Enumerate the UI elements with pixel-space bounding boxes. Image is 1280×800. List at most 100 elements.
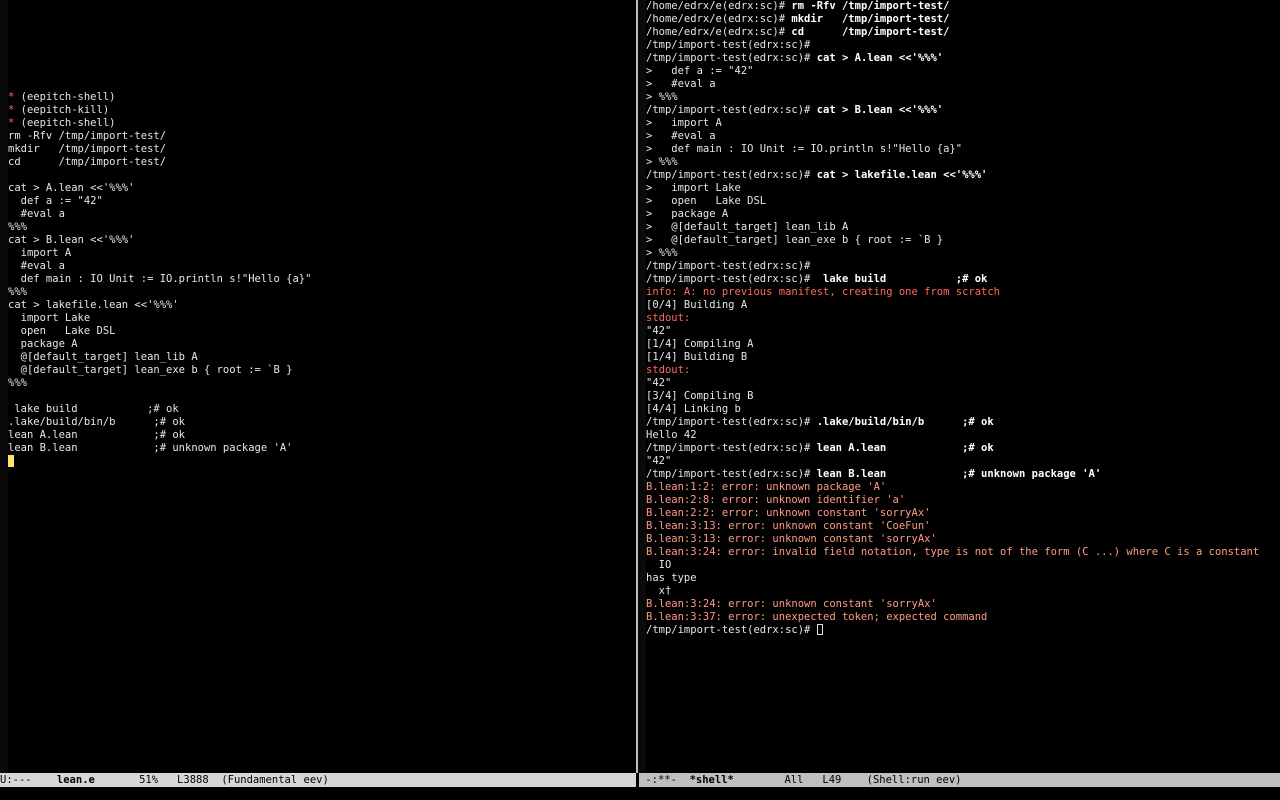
left-line[interactable]: %%%: [8, 221, 311, 234]
modeline-buffer-name[interactable]: lean.e: [57, 774, 95, 786]
left-line[interactable]: def a := "42": [8, 195, 311, 208]
shell-output-line[interactable]: > import Lake: [646, 182, 1259, 195]
shell-command[interactable]: mkdir /tmp/import-test/: [791, 13, 949, 25]
eepitch-sexp[interactable]: (eepitch-kill): [14, 104, 110, 116]
left-line[interactable]: lean B.lean ;# unknown package 'A': [8, 442, 311, 455]
left-line[interactable]: [8, 39, 311, 52]
shell-command[interactable]: lean B.lean ;# unknown package 'A': [817, 468, 1101, 480]
left-line[interactable]: import Lake: [8, 312, 311, 325]
right-modeline[interactable]: -:**- *shell* All L49 (Shell:run eev): [639, 773, 1280, 787]
left-window[interactable]: * (eepitch-shell) * (eepitch-kill) * (eepi…: [0, 0, 636, 773]
shell-output-line[interactable]: "42": [646, 455, 1259, 468]
shell-command-line[interactable]: /tmp/import-test(edrx:sc)# lean B.lean ;…: [646, 468, 1259, 481]
shell-command[interactable]: cd /tmp/import-test/: [791, 26, 949, 38]
shell-command-line[interactable]: /tmp/import-test(edrx:sc)# cat > lakefil…: [646, 169, 1259, 182]
shell-output-line[interactable]: > #eval a: [646, 130, 1259, 143]
left-line[interactable]: [8, 0, 311, 13]
eepitch-sexp[interactable]: (eepitch-shell): [14, 91, 116, 103]
shell-output-line[interactable]: B.lean:1:2: error: unknown package 'A': [646, 481, 1259, 494]
shell-output-line[interactable]: > @[default_target] lean_exe b { root :=…: [646, 234, 1259, 247]
shell-active-prompt[interactable]: /tmp/import-test(edrx:sc)#: [646, 624, 1259, 637]
shell-output-line[interactable]: stdout:: [646, 312, 1259, 325]
left-modeline[interactable]: U:--- lean.e 51% L3888 (Fundamental eev): [0, 773, 636, 787]
shell-output-line[interactable]: B.lean:3:13: error: unknown constant 'so…: [646, 533, 1259, 546]
shell-output-line[interactable]: > %%%: [646, 91, 1259, 104]
shell-command-line[interactable]: /tmp/import-test(edrx:sc)#: [646, 39, 1259, 52]
left-line[interactable]: [8, 26, 311, 39]
shell-output-line[interactable]: B.lean:3:24: error: unknown constant 'so…: [646, 598, 1259, 611]
left-line[interactable]: * (eepitch-shell): [8, 117, 311, 130]
shell-command[interactable]: .lake/build/bin/b ;# ok: [817, 416, 994, 428]
left-line[interactable]: mkdir /tmp/import-test/: [8, 143, 311, 156]
shell-output-line[interactable]: [3/4] Compiling B: [646, 390, 1259, 403]
left-line[interactable]: * (eepitch-kill): [8, 104, 311, 117]
shell-output-line[interactable]: "42": [646, 377, 1259, 390]
shell-output-line[interactable]: IO: [646, 559, 1259, 572]
shell-output-line[interactable]: [4/4] Linking b: [646, 403, 1259, 416]
left-line[interactable]: %%%: [8, 286, 311, 299]
shell-command-line[interactable]: /tmp/import-test(edrx:sc)# .lake/build/b…: [646, 416, 1259, 429]
shell-output-line[interactable]: > open Lake DSL: [646, 195, 1259, 208]
left-line[interactable]: open Lake DSL: [8, 325, 311, 338]
left-line[interactable]: [8, 65, 311, 78]
shell-output-line[interactable]: [1/4] Building B: [646, 351, 1259, 364]
left-buffer-text[interactable]: * (eepitch-shell) * (eepitch-kill) * (eepi…: [8, 0, 311, 468]
shell-buffer-text[interactable]: /home/edrx/e(edrx:sc)# rm -Rfv /tmp/impo…: [646, 0, 1259, 637]
left-line[interactable]: #eval a: [8, 208, 311, 221]
left-line[interactable]: cat > A.lean <<'%%%': [8, 182, 311, 195]
shell-command-line[interactable]: /home/edrx/e(edrx:sc)# cd /tmp/import-te…: [646, 26, 1259, 39]
shell-output-line[interactable]: B.lean:2:2: error: unknown constant 'sor…: [646, 507, 1259, 520]
minibuffer[interactable]: [0, 787, 1280, 800]
left-line[interactable]: def main : IO Unit := IO.println s!"Hell…: [8, 273, 312, 286]
left-line[interactable]: %%%: [8, 377, 311, 390]
left-line[interactable]: [8, 78, 311, 91]
left-line[interactable]: @[default_target] lean_exe b { root := `…: [8, 364, 311, 377]
shell-output-line[interactable]: > import A: [646, 117, 1259, 130]
shell-output-line[interactable]: B.lean:2:8: error: unknown identifier 'a…: [646, 494, 1259, 507]
shell-command-line[interactable]: /tmp/import-test(edrx:sc)# lean A.lean ;…: [646, 442, 1259, 455]
shell-output-line[interactable]: x†: [646, 585, 1259, 598]
shell-output-line[interactable]: > %%%: [646, 247, 1259, 260]
shell-output-line[interactable]: > package A: [646, 208, 1259, 221]
left-line[interactable]: #eval a: [8, 260, 311, 273]
left-line[interactable]: cat > lakefile.lean <<'%%%': [8, 299, 311, 312]
shell-command[interactable]: cat > B.lean <<'%%%': [817, 104, 943, 116]
shell-output-line[interactable]: Hello 42: [646, 429, 1259, 442]
shell-command[interactable]: rm -Rfv /tmp/import-test/: [791, 0, 949, 12]
left-line[interactable]: lake build ;# ok: [8, 403, 311, 416]
shell-output-line[interactable]: B.lean:3:37: error: unexpected token; ex…: [646, 611, 1259, 624]
left-line[interactable]: cat > B.lean <<'%%%': [8, 234, 311, 247]
shell-command[interactable]: lake build ;# ok: [817, 273, 987, 285]
shell-command-line[interactable]: /tmp/import-test(edrx:sc)# lake build ;#…: [646, 273, 1259, 286]
shell-output-line[interactable]: > %%%: [646, 156, 1259, 169]
shell-output-line[interactable]: has type: [646, 572, 1259, 585]
shell-output-line[interactable]: > @[default_target] lean_lib A: [646, 221, 1259, 234]
shell-output-line[interactable]: info: A: no previous manifest, creating …: [646, 286, 1259, 299]
modeline-mode[interactable]: (Shell:run eev): [867, 774, 962, 786]
shell-output-line[interactable]: stdout:: [646, 364, 1259, 377]
shell-command-line[interactable]: /home/edrx/e(edrx:sc)# rm -Rfv /tmp/impo…: [646, 0, 1259, 13]
shell-output-line[interactable]: [0/4] Building A: [646, 299, 1259, 312]
shell-output-line[interactable]: [1/4] Compiling A: [646, 338, 1259, 351]
shell-output-line[interactable]: > def a := "42": [646, 65, 1259, 78]
left-line[interactable]: [8, 13, 311, 26]
shell-command[interactable]: cat > A.lean <<'%%%': [817, 52, 943, 64]
shell-output-line[interactable]: B.lean:3:13: error: unknown constant 'Co…: [646, 520, 1259, 533]
left-cursor-line[interactable]: [8, 455, 311, 468]
left-line[interactable]: .lake/build/bin/b ;# ok: [8, 416, 311, 429]
left-line[interactable]: rm -Rfv /tmp/import-test/: [8, 130, 311, 143]
right-window[interactable]: /home/edrx/e(edrx:sc)# rm -Rfv /tmp/impo…: [640, 0, 1280, 773]
left-line[interactable]: [8, 52, 311, 65]
shell-command-line[interactable]: /home/edrx/e(edrx:sc)# mkdir /tmp/import…: [646, 13, 1259, 26]
left-line[interactable]: import A: [8, 247, 311, 260]
shell-output-line[interactable]: B.lean:3:24: error: invalid field notati…: [646, 546, 1259, 559]
modeline-buffer-name[interactable]: *shell*: [690, 774, 734, 786]
left-line[interactable]: cd /tmp/import-test/: [8, 156, 311, 169]
shell-output-line[interactable]: > #eval a: [646, 78, 1259, 91]
left-line[interactable]: package A: [8, 338, 311, 351]
shell-command[interactable]: cat > lakefile.lean <<'%%%': [817, 169, 988, 181]
left-line[interactable]: * (eepitch-shell): [8, 91, 311, 104]
shell-command-line[interactable]: /tmp/import-test(edrx:sc)#: [646, 260, 1259, 273]
left-line[interactable]: [8, 390, 311, 403]
shell-command-line[interactable]: /tmp/import-test(edrx:sc)# cat > A.lean …: [646, 52, 1259, 65]
